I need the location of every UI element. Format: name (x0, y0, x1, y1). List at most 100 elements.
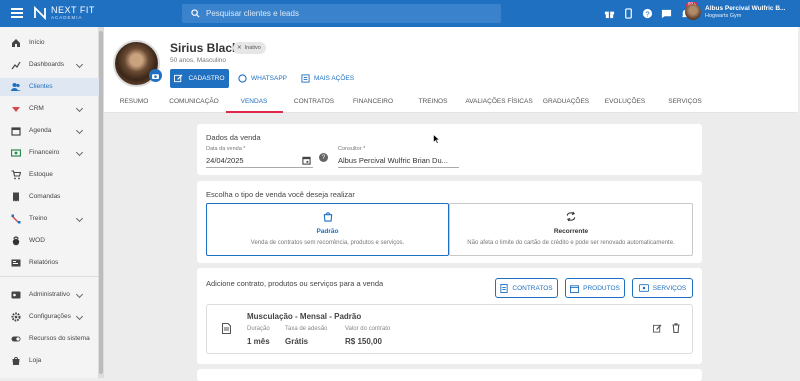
option-title: Padrão (316, 228, 339, 235)
chevron-down-icon (75, 214, 84, 223)
toggle-icon (11, 336, 21, 342)
tab-servicos[interactable]: SERVIÇOS (668, 98, 701, 105)
items-title: Adicione contrato, produtos ou serviços … (206, 279, 384, 288)
sidebar-item-comandas[interactable]: Comandas (0, 188, 99, 206)
bag-icon (323, 212, 332, 222)
item-title: Musculação - Mensal - Padrão (247, 312, 362, 321)
add-contracts-button[interactable]: CONTRATOS (495, 278, 558, 298)
dumbbell-icon (11, 214, 21, 224)
crm-icon (12, 107, 20, 112)
chevron-down-icon (75, 60, 84, 69)
sidebar-item-agenda[interactable]: Agenda (0, 122, 99, 140)
edit-icon[interactable] (653, 324, 662, 333)
sidebar-item-configuracoes[interactable]: Configurações (0, 308, 99, 326)
tab-evolucoes[interactable]: EVOLUÇÕES (605, 98, 645, 105)
chat-icon[interactable] (660, 7, 673, 20)
chevron-down-icon (75, 104, 84, 113)
search-icon (191, 9, 200, 18)
home-icon (12, 39, 20, 47)
tab-contratos[interactable]: CONTRATOS (294, 98, 334, 105)
sale-type-title: Escolha o tipo de venda você deseja real… (206, 190, 355, 199)
add-services-button[interactable]: SERVIÇOS (632, 278, 693, 298)
tab-graduacoes[interactable]: GRADUAÇÕES (543, 98, 589, 105)
sidebar-item-recursos[interactable]: Recursos do sistema (0, 330, 99, 348)
document-icon (500, 283, 508, 293)
repeat-icon (566, 211, 576, 222)
shop-icon (12, 357, 20, 365)
sidebar-item-treino[interactable]: Treino (0, 210, 99, 228)
tab-bar: RESUMO COMUNICAÇÃO VENDAS CONTRATOS FINA… (104, 92, 798, 113)
duration-value: 1 mês (247, 337, 270, 346)
option-description: Não afeta o limite do cartão de crédito … (467, 240, 675, 246)
sidebar-item-estoque[interactable]: Estoque (0, 166, 99, 184)
next-card (197, 369, 702, 381)
chart-icon (11, 61, 21, 70)
tab-avaliacoes[interactable]: AVALIAÇÕES FÍSICAS (465, 98, 532, 105)
calendar-icon[interactable] (302, 156, 311, 165)
sidebar-item-crm[interactable]: CRM (0, 100, 99, 118)
avatar (685, 4, 701, 20)
cadastro-button[interactable]: CADASTRO (170, 69, 229, 88)
date-label: Data da venda * (206, 146, 246, 152)
trash-icon[interactable] (672, 323, 680, 333)
logo-mark (34, 6, 46, 21)
whatsapp-button[interactable]: WHATSAPP (238, 74, 287, 83)
add-products-button[interactable]: PRODUTOS (565, 278, 625, 298)
chevron-down-icon (75, 126, 84, 135)
sidebar-item-administrativo[interactable]: Administrativo (0, 286, 99, 304)
tab-resumo[interactable]: RESUMO (120, 98, 149, 105)
user-name: Albus Percival Wulfric B... (705, 5, 786, 13)
chevron-down-icon (75, 312, 84, 321)
close-icon: ✕ (237, 45, 242, 51)
tab-financeiro[interactable]: FINANCEIRO (353, 98, 393, 105)
date-underline (206, 167, 313, 168)
brand-logo[interactable]: NEXT FIT ACADEMIA (33, 6, 95, 21)
sidebar-divider (0, 276, 99, 277)
tab-comunicacao[interactable]: COMUNICAÇÃO (169, 98, 218, 105)
gift-icon[interactable] (603, 7, 616, 20)
tab-treinos[interactable]: TREINOS (419, 98, 448, 105)
camera-icon[interactable] (149, 69, 162, 82)
option-recorrente[interactable]: Recorrente Não afeta o limite do cartão … (449, 203, 693, 256)
sidebar-item-financeiro[interactable]: Financeiro (0, 144, 99, 162)
contract-value-label: Valor do contrato (345, 326, 391, 332)
consultant-label: Consultor * (338, 146, 366, 152)
receipt-icon (13, 192, 19, 202)
sidebar-item-inicio[interactable]: Início (0, 34, 99, 52)
mobile-icon[interactable] (622, 7, 635, 20)
fee-label: Taxa de adesão (285, 326, 328, 332)
sale-data-title: Dados da venda (206, 133, 261, 142)
sidebar-item-wod[interactable]: WOD (0, 232, 99, 250)
admin-icon (11, 291, 21, 299)
sidebar-item-relatorios[interactable]: Relatórios (0, 254, 99, 272)
tab-vendas[interactable]: VENDAS (241, 98, 268, 105)
user-menu[interactable]: Albus Percival Wulfric B... Hogwarts Gym (685, 4, 785, 20)
active-tab-indicator (226, 111, 283, 113)
sidebar-item-clientes[interactable]: Clientes (0, 78, 99, 96)
menu-icon[interactable] (11, 8, 23, 18)
option-description: Venda de contratos sem recorrência, prod… (250, 240, 405, 246)
duration-label: Duração (247, 326, 270, 332)
status-text: Inativo (244, 45, 261, 51)
more-actions-button[interactable]: MAIS AÇÕES (301, 74, 354, 83)
help-icon[interactable]: ? (641, 7, 654, 20)
ticket-icon (638, 284, 649, 292)
svg-text:?: ? (645, 9, 649, 18)
sidebar-item-dashboards[interactable]: Dashboards (0, 56, 99, 74)
kettlebell-icon (12, 236, 20, 246)
mouse-cursor-icon (433, 134, 440, 144)
help-icon[interactable]: ? (319, 153, 328, 162)
sidebar: Início Dashboards Clientes CRM Agenda Fi… (0, 27, 99, 378)
option-padrao[interactable]: Padrão Venda de contratos sem recorrênci… (206, 203, 449, 256)
calendar-icon (11, 127, 21, 136)
users-icon (11, 83, 21, 91)
search-input[interactable]: Pesquisar clientes e leads (182, 4, 501, 23)
brand-name: NEXT FIT (51, 5, 95, 15)
option-title: Recorrente (553, 228, 589, 235)
date-field[interactable]: 24/04/2025 (206, 156, 244, 165)
status-badge: ✕ Inativo (233, 42, 266, 54)
search-placeholder: Pesquisar clientes e leads (206, 9, 299, 18)
chevron-down-icon (75, 148, 84, 157)
consultant-field[interactable]: Albus Percival Wulfric Brian Du... (338, 156, 448, 165)
sidebar-item-loja[interactable]: Loja (0, 352, 99, 370)
